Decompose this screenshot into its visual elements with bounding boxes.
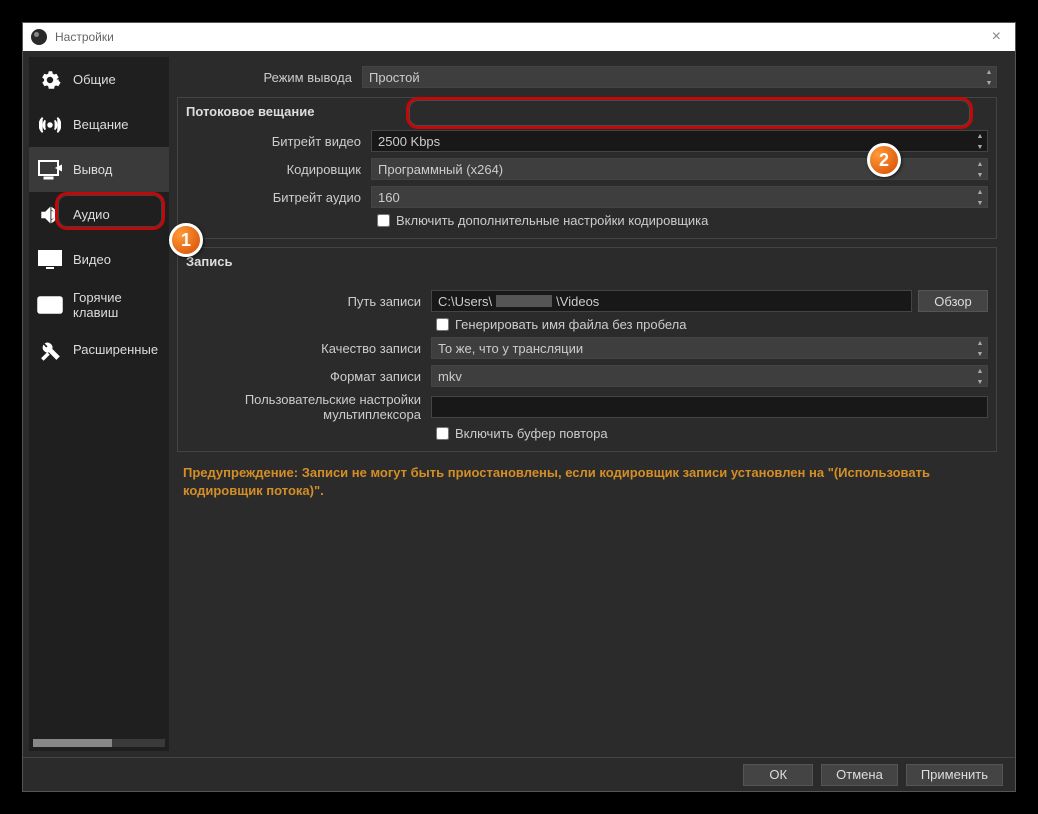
audio-icon [37,202,63,228]
sidebar-scrollbar[interactable] [33,739,165,747]
sidebar-item-label: Вывод [73,162,112,177]
streaming-group: Потоковое вещание Битрейт видео 2500 Kbp… [177,97,997,239]
chevron-updown-icon: ▲▼ [973,159,987,181]
sidebar-item-label: Расширенные [73,342,158,357]
sidebar-item-stream[interactable]: Вещание [29,102,169,147]
recording-quality-select[interactable]: То же, что у трансляции ▲▼ [431,337,988,359]
chevron-updown-icon: ▲▼ [973,338,987,360]
encoder-label: Кодировщик [186,162,371,177]
recording-path-label: Путь записи [186,294,431,309]
audio-bitrate-select[interactable]: 160 ▲▼ [371,186,988,208]
chevron-updown-icon: ▲▼ [973,131,987,153]
audio-bitrate-label: Битрейт аудио [186,190,371,205]
sidebar-item-label: Общие [73,72,116,87]
sidebar-item-label: Аудио [73,207,110,222]
sidebar-item-label: Видео [73,252,111,267]
sidebar-item-general[interactable]: Общие [29,57,169,102]
video-icon [37,247,63,273]
encoder-select[interactable]: Программный (x264) ▲▼ [371,158,988,180]
video-bitrate-label: Битрейт видео [186,134,371,149]
app-icon [31,29,47,45]
titlebar: Настройки × [23,23,1015,51]
close-icon[interactable]: × [986,28,1007,46]
sidebar-item-advanced[interactable]: Расширенные [29,327,169,372]
advanced-encoder-checkbox[interactable] [377,214,390,227]
advanced-encoder-label: Включить дополнительные настройки кодиро… [396,213,708,228]
output-mode-select[interactable]: Простой ▲▼ [362,66,997,88]
broadcast-icon [37,112,63,138]
streaming-group-title: Потоковое вещание [186,104,988,119]
sidebar-item-hotkeys[interactable]: Горячие клавиш [29,282,169,327]
ok-button[interactable]: ОК [743,764,813,786]
muxer-label: Пользовательские настройки мультиплексор… [186,392,431,422]
hidden-path-segment [496,295,552,307]
settings-window: Настройки × Общие Вещание Вывод [22,22,1016,792]
chevron-updown-icon: ▲▼ [973,187,987,209]
replay-buffer-label: Включить буфер повтора [455,426,608,441]
dialog-footer: ОК Отмена Применить [23,757,1015,791]
browse-button[interactable]: Обзор [918,290,988,312]
output-mode-label: Режим вывода [177,70,362,85]
recording-format-select[interactable]: mkv ▲▼ [431,365,988,387]
keyboard-icon [37,292,63,318]
output-icon [37,157,63,183]
sidebar-item-output[interactable]: Вывод [29,147,169,192]
recording-group: Запись Путь записи C:\Users\\Videos Обзо… [177,247,997,452]
apply-button[interactable]: Применить [906,764,1003,786]
gear-icon [37,67,63,93]
settings-sidebar: Общие Вещание Вывод Аудио [29,57,169,751]
sidebar-item-audio[interactable]: Аудио [29,192,169,237]
tools-icon [37,337,63,363]
warning-text: Предупреждение: Записи не могут быть при… [177,460,997,504]
window-title: Настройки [55,30,114,44]
output-settings-panel: Режим вывода Простой ▲▼ Потоковое вещани… [169,57,1009,751]
cancel-button[interactable]: Отмена [821,764,898,786]
sidebar-item-video[interactable]: Видео [29,237,169,282]
recording-path-input[interactable]: C:\Users\\Videos [431,290,912,312]
replay-buffer-checkbox[interactable] [436,427,449,440]
no-space-filename-label: Генерировать имя файла без пробела [455,317,687,332]
recording-group-title: Запись [186,254,988,269]
recording-format-label: Формат записи [186,369,431,384]
chevron-updown-icon: ▲▼ [982,67,996,89]
sidebar-item-label: Горячие клавиш [73,290,161,320]
muxer-input[interactable] [431,396,988,418]
no-space-filename-checkbox[interactable] [436,318,449,331]
chevron-updown-icon: ▲▼ [973,366,987,388]
recording-quality-label: Качество записи [186,341,431,356]
sidebar-item-label: Вещание [73,117,129,132]
video-bitrate-input[interactable]: 2500 Kbps ▲▼ [371,130,988,152]
